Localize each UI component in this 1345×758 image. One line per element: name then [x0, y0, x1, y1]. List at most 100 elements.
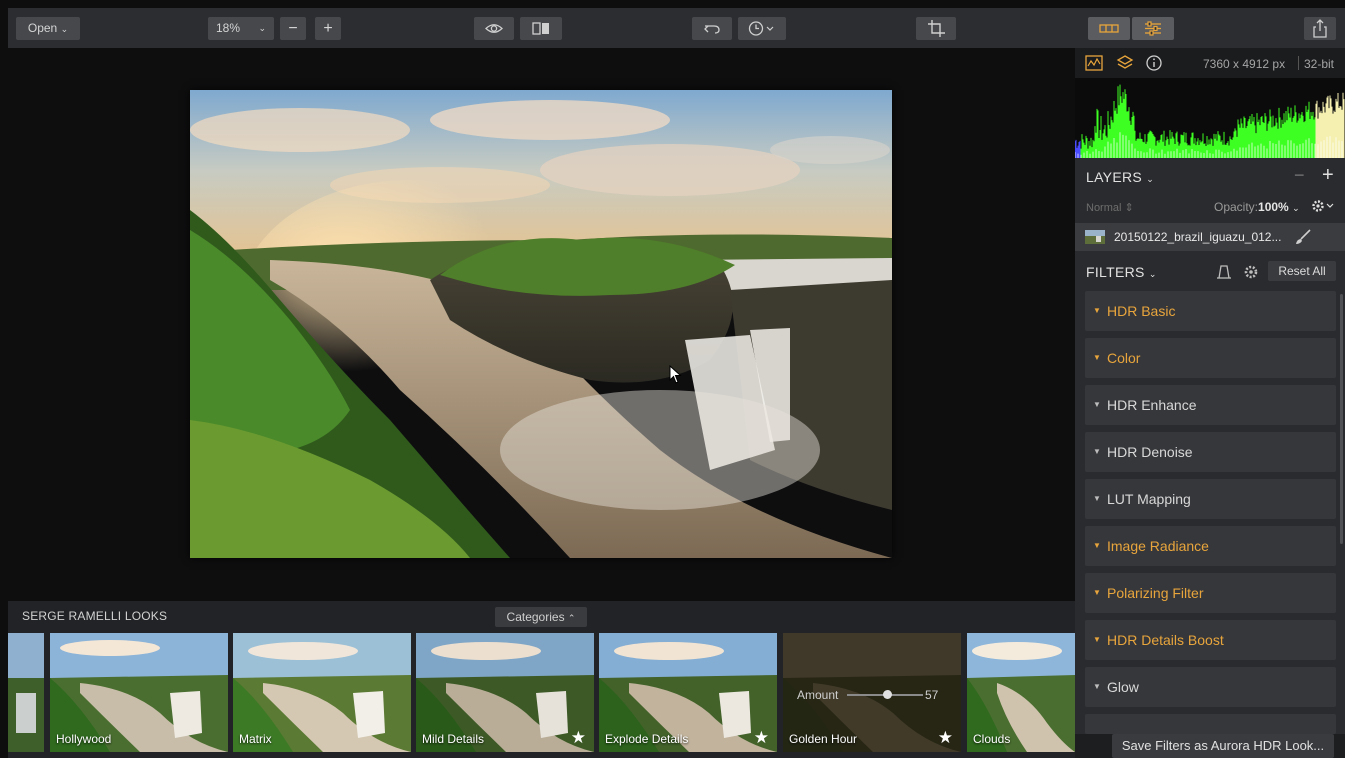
caret-down-icon: ▼ — [1093, 353, 1101, 362]
chevron-down-icon: ⌄ — [258, 23, 266, 33]
filter-label: Glow — [1107, 679, 1139, 695]
info-icon[interactable] — [1145, 54, 1163, 72]
filter-image-radiance[interactable]: ▼ Image Radiance — [1085, 526, 1336, 566]
share-button[interactable] — [1304, 17, 1336, 40]
image-dimensions: 7360 x 4912 px — [1203, 57, 1286, 71]
look-thumbnail-partial[interactable] — [8, 633, 44, 752]
updown-icon: ⇕ — [1124, 202, 1134, 214]
chevron-down-icon: ⌄ — [1292, 203, 1300, 213]
filter-glow[interactable]: ▼ Glow — [1085, 667, 1336, 707]
favorite-star-icon[interactable]: ★ — [754, 728, 769, 748]
crop-icon — [928, 20, 945, 37]
remove-layer-button[interactable]: − — [1294, 165, 1305, 186]
amount-slider-handle[interactable] — [883, 690, 892, 699]
filter-label: HDR Denoise — [1107, 444, 1193, 460]
preview-button[interactable] — [474, 17, 514, 40]
minus-icon: − — [288, 20, 298, 37]
image-info-bar: 7360 x 4912 px 32-bit — [1075, 48, 1345, 78]
filter-hdr-enhance[interactable]: ▼ HDR Enhance — [1085, 385, 1336, 425]
mouse-cursor-icon — [669, 365, 682, 384]
brush-icon[interactable] — [1294, 229, 1312, 245]
zoom-out-button[interactable]: − — [280, 17, 306, 40]
layer-settings-gear-icon[interactable] — [1311, 199, 1335, 213]
crop-button[interactable] — [916, 17, 956, 40]
layers-title[interactable]: LAYERS ⌄ — [1086, 169, 1154, 185]
filter-hdr-basic[interactable]: ▼ HDR Basic — [1085, 291, 1336, 331]
look-label: Explode Details — [605, 732, 689, 746]
right-panel: 7360 x 4912 px 32-bit LAYERS ⌄ − + Norma… — [1075, 48, 1345, 758]
blend-mode-value: Normal — [1086, 202, 1122, 214]
eye-icon — [485, 24, 503, 33]
layer-item[interactable]: 20150122_brazil_iguazu_012... — [1075, 223, 1345, 251]
look-golden-hour[interactable]: Amount 57 Golden Hour ★ — [783, 633, 961, 752]
main-photo[interactable] — [190, 90, 892, 558]
categories-label: Categories — [506, 610, 565, 624]
open-button[interactable]: Open ⌄ — [16, 17, 80, 40]
chevron-down-icon: ⌄ — [1148, 269, 1157, 279]
look-explode-details[interactable]: Explode Details ★ — [599, 633, 777, 752]
filter-label: Polarizing Filter — [1107, 585, 1204, 601]
look-clouds[interactable]: Clouds — [967, 633, 1075, 752]
filter-lut-mapping[interactable]: ▼ LUT Mapping — [1085, 479, 1336, 519]
compare-button[interactable] — [520, 17, 562, 40]
filters-title[interactable]: FILTERS ⌄ — [1086, 264, 1157, 280]
thumbnail-image — [8, 633, 44, 752]
filter-label: Image Radiance — [1107, 538, 1209, 554]
filter-hdr-denoise[interactable]: ▼ HDR Denoise — [1085, 432, 1336, 472]
look-mild-details[interactable]: Mild Details ★ — [416, 633, 594, 752]
adjustments-panel-toggle[interactable] — [1132, 17, 1174, 40]
layer-thumbnail — [1085, 230, 1105, 244]
opacity-value: 100% — [1258, 200, 1289, 214]
save-filters-look-button[interactable]: Save Filters as Aurora HDR Look... — [1112, 734, 1334, 758]
opacity-label: Opacity: — [1214, 200, 1259, 214]
mask-icon[interactable] — [1216, 264, 1232, 280]
filters-title-label: FILTERS — [1086, 264, 1145, 280]
plus-icon: + — [323, 20, 333, 37]
presets-icon — [1099, 24, 1119, 33]
filter-settings-gear-icon[interactable] — [1243, 264, 1259, 280]
favorite-star-icon[interactable]: ★ — [938, 728, 953, 748]
caret-down-icon: ▼ — [1093, 541, 1101, 550]
filter-polarizing[interactable]: ▼ Polarizing Filter — [1085, 573, 1336, 613]
filter-label: LUT Mapping — [1107, 491, 1191, 507]
blend-mode-select[interactable]: Normal ⇕ — [1086, 201, 1134, 214]
favorite-star-icon[interactable]: ★ — [571, 728, 586, 748]
filter-color[interactable]: ▼ Color — [1085, 338, 1336, 378]
caret-down-icon: ▼ — [1093, 306, 1101, 315]
presets-panel-toggle[interactable] — [1088, 17, 1130, 40]
zoom-in-button[interactable]: + — [315, 17, 341, 40]
filter-label: Color — [1107, 350, 1141, 366]
histogram-graph — [1075, 84, 1345, 158]
panel-footer: Save Filters as Aurora HDR Look... — [1075, 734, 1345, 758]
open-label: Open — [27, 21, 58, 35]
share-icon — [1313, 19, 1327, 38]
look-label: Hollywood — [56, 732, 112, 746]
split-view-icon — [532, 22, 549, 35]
look-label: Matrix — [239, 732, 272, 746]
sliders-icon — [1145, 21, 1161, 36]
look-hollywood[interactable]: Hollywood — [50, 633, 228, 752]
layers-icon[interactable] — [1116, 54, 1134, 72]
add-layer-button[interactable]: + — [1322, 164, 1334, 187]
undo-button[interactable] — [692, 17, 732, 40]
histogram-icon[interactable] — [1085, 55, 1103, 71]
chevron-down-icon: ⌄ — [1146, 174, 1155, 184]
look-label: Clouds — [973, 732, 1011, 746]
looks-title: SERGE RAMELLI LOOKS — [22, 609, 168, 623]
reset-all-button[interactable]: Reset All — [1268, 261, 1336, 281]
waterfall-photo — [190, 90, 892, 558]
filters-scrollbar[interactable] — [1340, 294, 1343, 544]
amount-label: Amount — [797, 688, 839, 702]
zoom-select[interactable]: 18% ⌄ — [208, 17, 274, 40]
divider — [1298, 56, 1299, 70]
caret-down-icon: ▼ — [1093, 588, 1101, 597]
zoom-value: 18% — [216, 21, 241, 35]
opacity-control[interactable]: Opacity:100% ⌄ — [1214, 200, 1300, 214]
filter-partial[interactable] — [1085, 714, 1336, 734]
filter-label: HDR Details Boost — [1107, 632, 1224, 648]
categories-dropdown[interactable]: Categories ⌃ — [495, 607, 587, 627]
filter-hdr-details-boost[interactable]: ▼ HDR Details Boost — [1085, 620, 1336, 660]
layer-name: 20150122_brazil_iguazu_012... — [1114, 230, 1282, 244]
look-matrix[interactable]: Matrix — [233, 633, 411, 752]
history-button[interactable] — [738, 17, 786, 40]
